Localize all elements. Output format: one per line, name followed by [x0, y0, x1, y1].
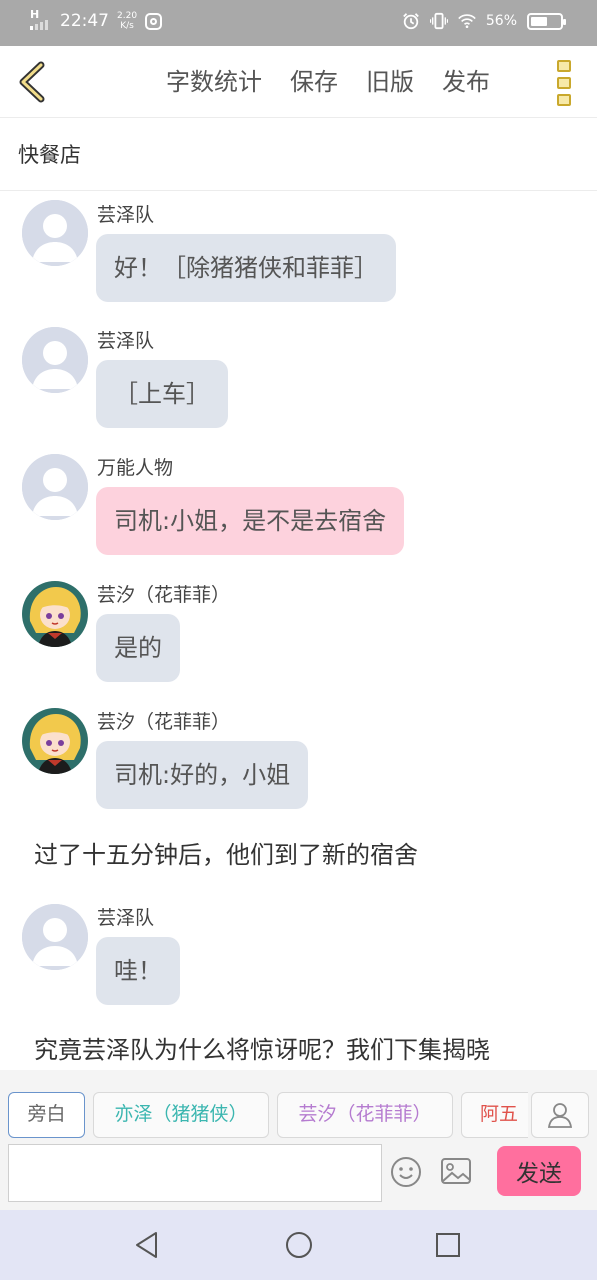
default-avatar[interactable] [22, 454, 88, 520]
sender-name: 芸泽队 [97, 204, 155, 226]
sender-name: 芸泽队 [97, 330, 155, 352]
wifi-icon [458, 14, 476, 29]
default-avatar[interactable] [22, 327, 88, 393]
default-avatar[interactable] [22, 200, 88, 266]
system-nav-bar [0, 1210, 597, 1280]
message-input[interactable] [8, 1144, 382, 1202]
image-icon [441, 1158, 471, 1184]
person-placeholder-icon [22, 454, 88, 520]
narration-text[interactable]: 过了十五分钟后，他们到了新的宿舍 [34, 835, 418, 870]
old-version-button[interactable]: 旧版 [366, 66, 414, 98]
message-bubble[interactable]: 哇！ [96, 937, 180, 1005]
instagram-icon [145, 12, 163, 30]
word-count-button[interactable]: 字数统计 [166, 66, 262, 98]
emoji-button[interactable] [390, 1156, 422, 1188]
nav-home-button[interactable] [282, 1228, 316, 1262]
more-menu-button[interactable] [555, 60, 573, 106]
clock: 22:47 [60, 11, 109, 31]
more-icon [557, 60, 571, 72]
compose-panel: 旁白 亦泽（猪猪侠） 芸汐（花菲菲） 阿五 发送 [0, 1070, 597, 1210]
character-avatar[interactable] [22, 708, 88, 774]
chevron-left-icon [19, 61, 45, 103]
battery-level [531, 16, 547, 26]
smiley-icon [391, 1157, 421, 1187]
recent-square-icon [436, 1233, 460, 1257]
nav-recent-button[interactable] [431, 1228, 465, 1262]
signal-indicator: H [30, 9, 52, 32]
character-avatar-icon [22, 581, 88, 647]
role-chip-narrator[interactable]: 旁白 [8, 1092, 85, 1138]
sender-name: 万能人物 [97, 457, 174, 479]
message-bubble[interactable]: 好！［除猪猪侠和菲菲］ [96, 234, 396, 302]
toolbar-actions: 字数统计 保存 旧版 发布 [166, 66, 490, 98]
sender-name: 芸汐（花菲菲） [97, 584, 231, 606]
character-manage-button[interactable] [531, 1092, 589, 1138]
person-placeholder-icon [22, 327, 88, 393]
back-triangle-icon [136, 1232, 157, 1258]
chat-list[interactable]: 芸泽队 好！［除猪猪侠和菲菲］ 芸泽队 ［上车］ 万能人物 司机:小姐，是不是去… [0, 192, 597, 1070]
alarm-icon [403, 13, 419, 30]
status-bar: H 22:47 2.20 K/s 56% [0, 0, 597, 46]
message-bubble[interactable]: 司机:小姐，是不是去宿舍 [96, 487, 405, 555]
message-bubble[interactable]: 是的 [96, 614, 180, 682]
message-bubble[interactable]: 司机:好的，小姐 [96, 741, 309, 809]
save-button[interactable]: 保存 [290, 66, 338, 98]
home-circle-icon [286, 1232, 312, 1258]
user-outline-icon [548, 1103, 572, 1128]
sender-name: 芸汐（花菲菲） [97, 711, 231, 733]
narration-text[interactable]: 究竟芸泽队为什么将惊讶呢？我们下集揭晓 [34, 1030, 490, 1065]
battery-percent: 56% [485, 13, 517, 29]
story-title-row[interactable]: 快餐店 [0, 119, 597, 191]
character-avatar-icon [22, 708, 88, 774]
default-avatar[interactable] [22, 904, 88, 970]
signal-bars-icon [30, 20, 48, 30]
message-bubble[interactable]: ［上车］ [96, 360, 228, 428]
publish-button[interactable]: 发布 [442, 66, 490, 98]
story-title: 快餐店 [18, 143, 81, 167]
role-selector[interactable]: 旁白 亦泽（猪猪侠） 芸汐（花菲菲） 阿五 [8, 1092, 528, 1140]
person-placeholder-icon [22, 904, 88, 970]
role-chip[interactable]: 芸汐（花菲菲） [277, 1092, 453, 1138]
send-button[interactable]: 发送 [497, 1146, 581, 1196]
network-speed: 2.20 K/s [117, 11, 138, 31]
nav-back-button[interactable] [130, 1228, 164, 1262]
back-button[interactable] [12, 58, 52, 106]
battery-icon [527, 12, 566, 30]
sender-name: 芸泽队 [97, 907, 155, 929]
person-placeholder-icon [22, 200, 88, 266]
role-chip[interactable]: 阿五 [461, 1092, 528, 1138]
vibrate-icon [429, 12, 448, 30]
top-toolbar: 字数统计 保存 旧版 发布 [0, 46, 597, 118]
role-chip[interactable]: 亦泽（猪猪侠） [93, 1092, 269, 1138]
character-avatar[interactable] [22, 581, 88, 647]
image-button[interactable] [440, 1156, 472, 1188]
